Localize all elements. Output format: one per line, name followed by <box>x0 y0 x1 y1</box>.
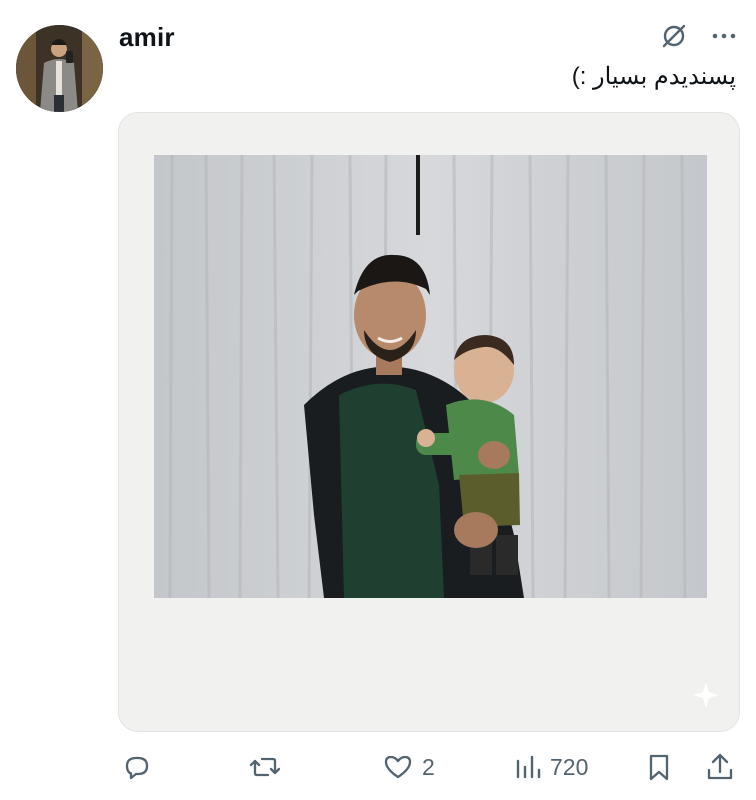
bookmark-button[interactable] <box>644 746 674 788</box>
bookmark-icon <box>644 751 674 783</box>
action-bar: 2 720 <box>0 746 756 788</box>
like-count: 2 <box>422 753 435 780</box>
share-button[interactable] <box>704 746 736 788</box>
repost-button[interactable] <box>248 746 282 788</box>
heart-icon <box>382 751 414 783</box>
views-icon <box>514 751 542 783</box>
like-button[interactable]: 2 <box>382 746 435 788</box>
views-count: 720 <box>550 753 589 780</box>
share-icon <box>704 751 736 783</box>
reply-button[interactable] <box>120 746 152 788</box>
post-container: amir پسندیدم بسیار :) 2 720 <box>0 0 756 800</box>
post-image[interactable] <box>118 112 740 732</box>
avatar[interactable] <box>16 25 103 112</box>
post-text: پسندیدم بسیار :) <box>571 63 736 90</box>
reply-icon <box>120 751 152 783</box>
sparkle-icon <box>691 680 721 715</box>
username[interactable]: amir <box>119 22 175 53</box>
views-button[interactable]: 720 <box>514 746 588 788</box>
top-actions <box>660 22 738 50</box>
polaroid-photo <box>154 155 707 598</box>
more-icon[interactable] <box>710 22 738 50</box>
repost-icon <box>248 751 282 783</box>
grok-icon[interactable] <box>660 22 688 50</box>
